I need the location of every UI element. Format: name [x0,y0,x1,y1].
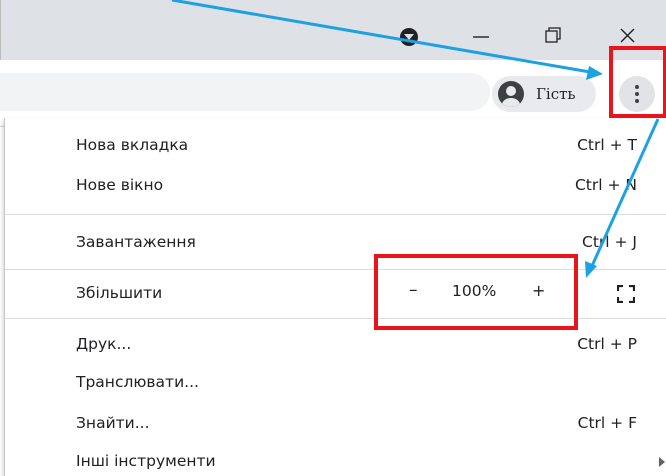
address-bar[interactable] [0,73,490,111]
menu-item-downloads[interactable]: Завантаження Ctrl + J [5,225,666,259]
guest-label: Гість [536,85,576,103]
menu-item-print[interactable]: Друк... Ctrl + P [5,327,666,361]
kebab-dot-icon [635,85,639,89]
menu-divider [5,214,666,215]
toolbar: Гість [0,60,666,127]
close-button[interactable] [609,12,649,48]
zoom-in-button[interactable]: + [532,281,545,300]
fullscreen-icon[interactable] [617,285,635,303]
menu-divider [5,269,666,270]
menu-item-shortcut: Ctrl + P [577,335,637,353]
menu-item-label: Знайти... [76,414,150,432]
zoom-out-button[interactable]: – [409,280,418,300]
submenu-arrow-icon [659,457,665,467]
menu-item-label: Транслювати... [76,373,199,391]
guest-avatar-icon [498,81,524,107]
menu-divider [5,318,666,319]
profile-dot-icon [400,28,418,46]
menu-item-label: Нова вкладка [76,136,189,154]
minimize-icon [473,36,489,38]
minimize-button[interactable] [461,12,501,48]
menu-item-more-tools[interactable]: Інші інструменти [5,444,666,476]
zoom-level: 100% [452,282,497,300]
zoom-label: Збільшити [76,284,163,302]
kebab-dot-icon [635,92,639,96]
title-bar [0,0,666,60]
guest-profile-button[interactable]: Гість [492,76,596,112]
close-icon [620,28,635,43]
browser-window: Гість Нова вкладка Ctrl + T Нове вікно C… [0,0,666,476]
menu-item-shortcut: Ctrl + N [574,176,637,194]
restore-icon [545,27,561,43]
browser-menu: Нова вкладка Ctrl + T Нове вікно Ctrl + … [4,118,666,476]
menu-item-shortcut: Ctrl + F [577,414,637,432]
menu-item-find[interactable]: Знайти... Ctrl + F [5,406,666,440]
menu-item-label: Завантаження [76,233,196,251]
menu-item-new-tab[interactable]: Нова вкладка Ctrl + T [5,128,666,162]
menu-item-new-window[interactable]: Нове вікно Ctrl + N [5,168,666,202]
menu-item-shortcut: Ctrl + T [577,136,637,154]
menu-item-cast[interactable]: Транслювати... [5,365,666,399]
restore-button[interactable] [533,12,573,48]
menu-item-zoom: Збільшити – 100% + [5,276,666,310]
menu-button[interactable] [619,76,655,112]
menu-item-label: Нове вікно [76,176,164,194]
menu-item-label: Друк... [76,335,132,353]
menu-item-label: Інші інструменти [76,452,216,470]
kebab-dot-icon [635,99,639,103]
profile-dot-button[interactable] [389,12,429,48]
menu-item-shortcut: Ctrl + J [582,233,637,251]
